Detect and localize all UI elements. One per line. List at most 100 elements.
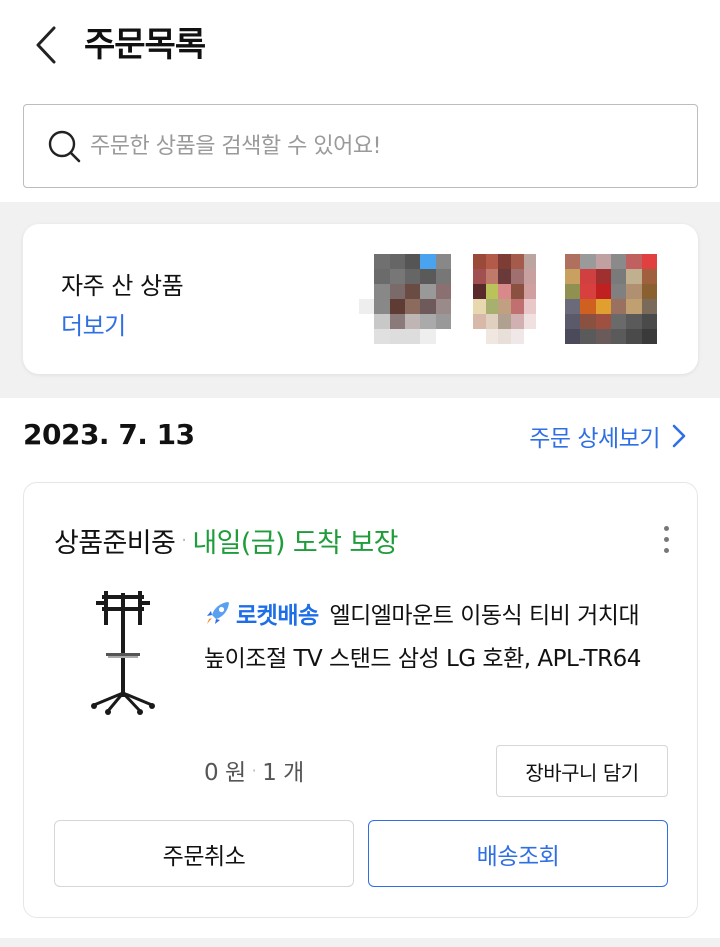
thumbnail-pixel bbox=[420, 299, 436, 314]
thumbnail-pixel bbox=[404, 284, 421, 299]
search-input[interactable] bbox=[90, 133, 650, 159]
thumbnail-pixel bbox=[523, 329, 537, 344]
thumbnail-pixel bbox=[523, 269, 537, 284]
thumbnail-pixel bbox=[536, 299, 549, 314]
thumbnail-pixel bbox=[420, 284, 436, 299]
thumbnail-pixel bbox=[374, 284, 390, 299]
more-options-icon[interactable] bbox=[651, 519, 681, 559]
back-button[interactable] bbox=[26, 22, 66, 68]
thumbnail-pixel bbox=[641, 299, 657, 314]
thumbnail-pixel bbox=[641, 329, 657, 344]
thumbnail-pixel bbox=[595, 284, 611, 299]
frequent-products-title: 자주 산 상품 bbox=[61, 272, 184, 300]
rocket-icon bbox=[207, 602, 229, 624]
chevron-left-icon bbox=[36, 26, 56, 64]
thumbnail-pixel bbox=[580, 314, 596, 329]
thumbnail-pixel bbox=[511, 299, 524, 314]
frequent-product-thumbnail[interactable] bbox=[565, 254, 657, 344]
thumbnail-pixel bbox=[536, 314, 549, 329]
delivery-promise: 내일(금) 도착 보장 bbox=[192, 528, 398, 559]
thumbnail-pixel bbox=[580, 329, 596, 344]
order-detail-link[interactable]: 주문 상세보기 bbox=[529, 419, 686, 453]
thumbnail-pixel bbox=[536, 269, 549, 284]
thumbnail-pixel bbox=[359, 284, 375, 299]
product-price: 0 원 bbox=[204, 760, 246, 786]
order-status-line: 상품준비중 · 내일(금) 도착 보장 bbox=[54, 521, 398, 560]
thumbnail-pixel bbox=[473, 284, 486, 299]
chevron-right-icon bbox=[672, 424, 686, 448]
track-delivery-button[interactable]: 배송조회 bbox=[368, 820, 668, 887]
thumbnail-pixel bbox=[485, 284, 499, 299]
thumbnail-pixel bbox=[374, 329, 390, 344]
thumbnail-pixel bbox=[473, 329, 486, 344]
thumbnail-pixel bbox=[485, 299, 499, 314]
thumbnail-pixel bbox=[498, 269, 511, 284]
thumbnail-pixel bbox=[610, 314, 627, 329]
thumbnail-pixel bbox=[404, 329, 421, 344]
thumbnail-pixel bbox=[404, 299, 421, 314]
search-box[interactable] bbox=[23, 104, 698, 188]
thumbnail-pixel bbox=[523, 299, 537, 314]
thumbnail-pixel bbox=[389, 299, 405, 314]
thumbnail-pixel bbox=[641, 284, 657, 299]
thumbnail-pixel bbox=[389, 254, 405, 269]
thumbnail-pixel bbox=[485, 314, 499, 329]
frequent-product-thumbnail[interactable] bbox=[359, 254, 451, 344]
thumbnail-pixel bbox=[565, 284, 581, 299]
thumbnail-pixel bbox=[626, 314, 642, 329]
thumbnail-pixel bbox=[404, 254, 421, 269]
thumbnail-pixel bbox=[565, 269, 581, 284]
thumbnail-pixel bbox=[498, 314, 511, 329]
product-image[interactable] bbox=[78, 587, 168, 717]
cancel-order-button[interactable]: 주문취소 bbox=[54, 820, 354, 887]
thumbnail-pixel bbox=[626, 299, 642, 314]
thumbnail-pixel bbox=[374, 314, 390, 329]
thumbnail-pixel bbox=[485, 254, 499, 269]
add-to-cart-button[interactable]: 장바구니 담기 bbox=[496, 745, 668, 797]
thumbnail-pixel bbox=[626, 329, 642, 344]
thumbnail-pixel bbox=[565, 314, 581, 329]
thumbnail-pixel bbox=[523, 284, 537, 299]
thumbnail-pixel bbox=[610, 329, 627, 344]
thumbnail-pixel bbox=[610, 284, 627, 299]
thumbnail-pixel bbox=[473, 299, 486, 314]
thumbnail-pixel bbox=[473, 269, 486, 284]
thumbnail-pixel bbox=[641, 269, 657, 284]
order-date: 2023. 7. 13 bbox=[23, 418, 195, 451]
thumbnail-pixel bbox=[565, 299, 581, 314]
thumbnail-pixel bbox=[435, 269, 451, 284]
thumbnail-pixel bbox=[389, 329, 405, 344]
frequent-more-link[interactable]: 더보기 bbox=[61, 306, 126, 341]
page-title: 주문목록 bbox=[84, 25, 206, 65]
thumbnail-pixel bbox=[565, 254, 581, 269]
thumbnail-pixel bbox=[404, 269, 421, 284]
thumbnail-pixel bbox=[498, 254, 511, 269]
thumbnail-pixel bbox=[485, 269, 499, 284]
thumbnail-pixel bbox=[595, 254, 611, 269]
thumbnail-pixel bbox=[536, 329, 549, 344]
order-card: 상품준비중 · 내일(금) 도착 보장 로켓배송 엘디엘마운트 이동식 티비 거… bbox=[23, 482, 698, 918]
search-icon bbox=[48, 130, 81, 163]
thumbnail-pixel bbox=[420, 314, 436, 329]
thumbnail-pixel bbox=[641, 254, 657, 269]
thumbnail-pixel bbox=[565, 329, 581, 344]
thumbnail-pixel bbox=[359, 269, 375, 284]
thumbnail-pixel bbox=[523, 254, 537, 269]
product-name-block[interactable]: 로켓배송 엘디엘마운트 이동식 티비 거치대 높이조절 TV 스탠드 삼성 LG… bbox=[204, 595, 664, 681]
header: 주문목록 bbox=[0, 0, 720, 92]
order-detail-label: 주문 상세보기 bbox=[529, 426, 660, 452]
thumbnail-pixel bbox=[536, 254, 549, 269]
thumbnail-pixel bbox=[626, 284, 642, 299]
thumbnail-pixel bbox=[435, 314, 451, 329]
thumbnail-pixel bbox=[641, 314, 657, 329]
thumbnail-pixel bbox=[610, 299, 627, 314]
product-quantity: 1 개 bbox=[262, 760, 304, 786]
frequent-products-card[interactable]: 자주 산 상품 더보기 bbox=[23, 224, 698, 374]
thumbnail-pixel bbox=[498, 299, 511, 314]
thumbnail-pixel bbox=[420, 254, 436, 269]
thumbnail-pixel bbox=[359, 299, 375, 314]
thumbnail-pixel bbox=[523, 314, 537, 329]
thumbnail-pixel bbox=[511, 314, 524, 329]
frequent-product-thumbnail[interactable] bbox=[473, 254, 549, 344]
thumbnail-pixel bbox=[511, 284, 524, 299]
